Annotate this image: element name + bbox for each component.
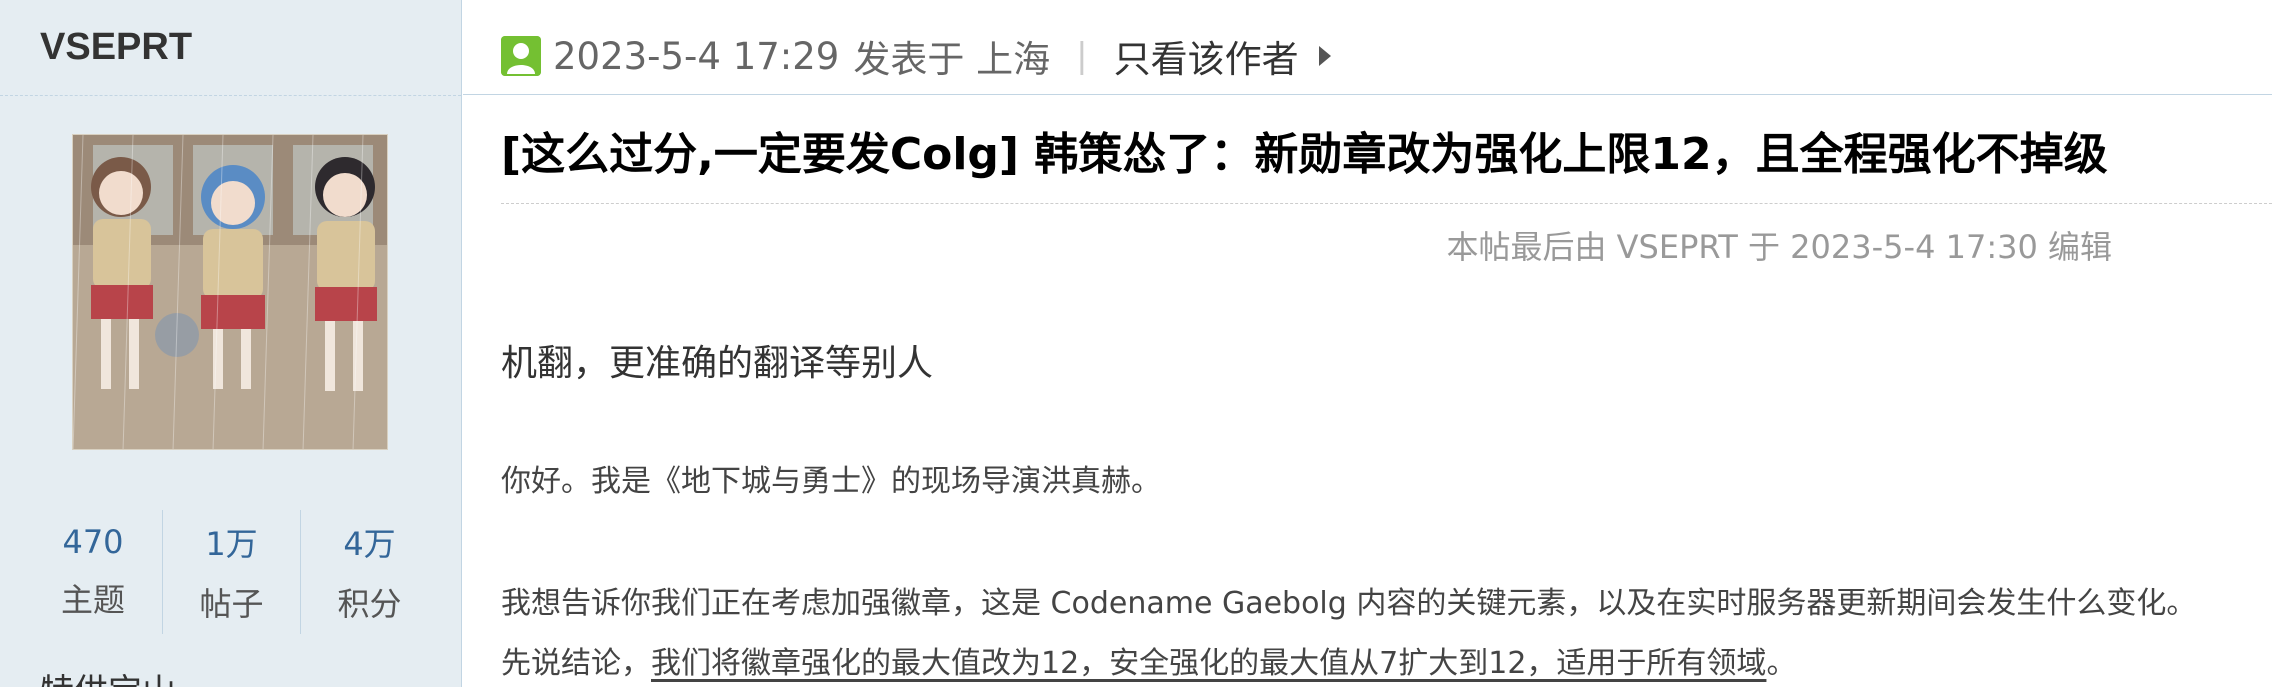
only-author-link[interactable]: 只看该作者 (1114, 29, 1299, 83)
stat-value: 1万 (205, 525, 258, 563)
author-stats: 470 主题 1万 帖子 4万 积分 (0, 510, 462, 634)
post-title: [这么过分,一定要发Colg] 韩策怂了：新勋章改为强化上限12，且全程强化不掉… (501, 129, 2108, 180)
avatar-image (73, 135, 387, 449)
stat-label: 主题 (60, 581, 125, 619)
divider (501, 203, 2272, 204)
post-meta: 2023-5-4 17:29 发表于 上海 | 只看该作者 (501, 30, 1331, 82)
post-timestamp: 2023-5-4 17:29 (553, 34, 840, 78)
stat-points[interactable]: 4万 积分 (300, 510, 438, 634)
author-name-link[interactable]: VSEPRT (40, 26, 192, 69)
underlined-text: 我们将徽章强化的最大值改为12，安全强化的最大值从7扩大到12，适用于所有领域 (651, 646, 1767, 681)
author-name-bar: VSEPRT (0, 0, 461, 96)
sidebar-next-section-label: 特供宝山 (40, 664, 176, 687)
post-location: 发表于 上海 (853, 38, 1051, 81)
author-sidebar: VSEPRT 470 主题 1万 帖子 4万 积分 (0, 0, 462, 687)
stat-value: 470 (62, 523, 124, 561)
meta-separator: | (1076, 36, 1088, 76)
online-user-icon (501, 36, 541, 76)
post-paragraph: 我想告诉你我们正在考虑加强徽章，这是 Codename Gaebolg 内容的关… (501, 586, 2197, 621)
paragraph-text: 先说结论， (501, 646, 651, 681)
post-paragraph: 机翻，更准确的翻译等别人 (501, 343, 934, 384)
user-silhouette-icon (501, 36, 541, 76)
divider (463, 94, 2272, 95)
stat-posts[interactable]: 1万 帖子 (162, 510, 300, 634)
post-paragraph: 先说结论，我们将徽章强化的最大值改为12，安全强化的最大值从7扩大到12，适用于… (501, 638, 1796, 682)
paragraph-text: 。 (1766, 646, 1797, 681)
post-paragraph: 你好。我是《地下城与勇士》的现场导演洪真赫。 (501, 464, 1161, 499)
edit-note: 本帖最后由 VSEPRT 于 2023-5-4 17:30 编辑 (1446, 228, 2112, 266)
stat-topics[interactable]: 470 主题 (24, 510, 162, 634)
stat-value: 4万 (343, 525, 396, 563)
stat-label: 帖子 (199, 585, 264, 623)
triangle-right-icon[interactable] (1318, 46, 1331, 66)
avatar[interactable] (72, 134, 388, 450)
stat-label: 积分 (337, 585, 402, 623)
post-main: 2023-5-4 17:29 发表于 上海 | 只看该作者 [这么过分,一定要发… (463, 0, 2272, 687)
